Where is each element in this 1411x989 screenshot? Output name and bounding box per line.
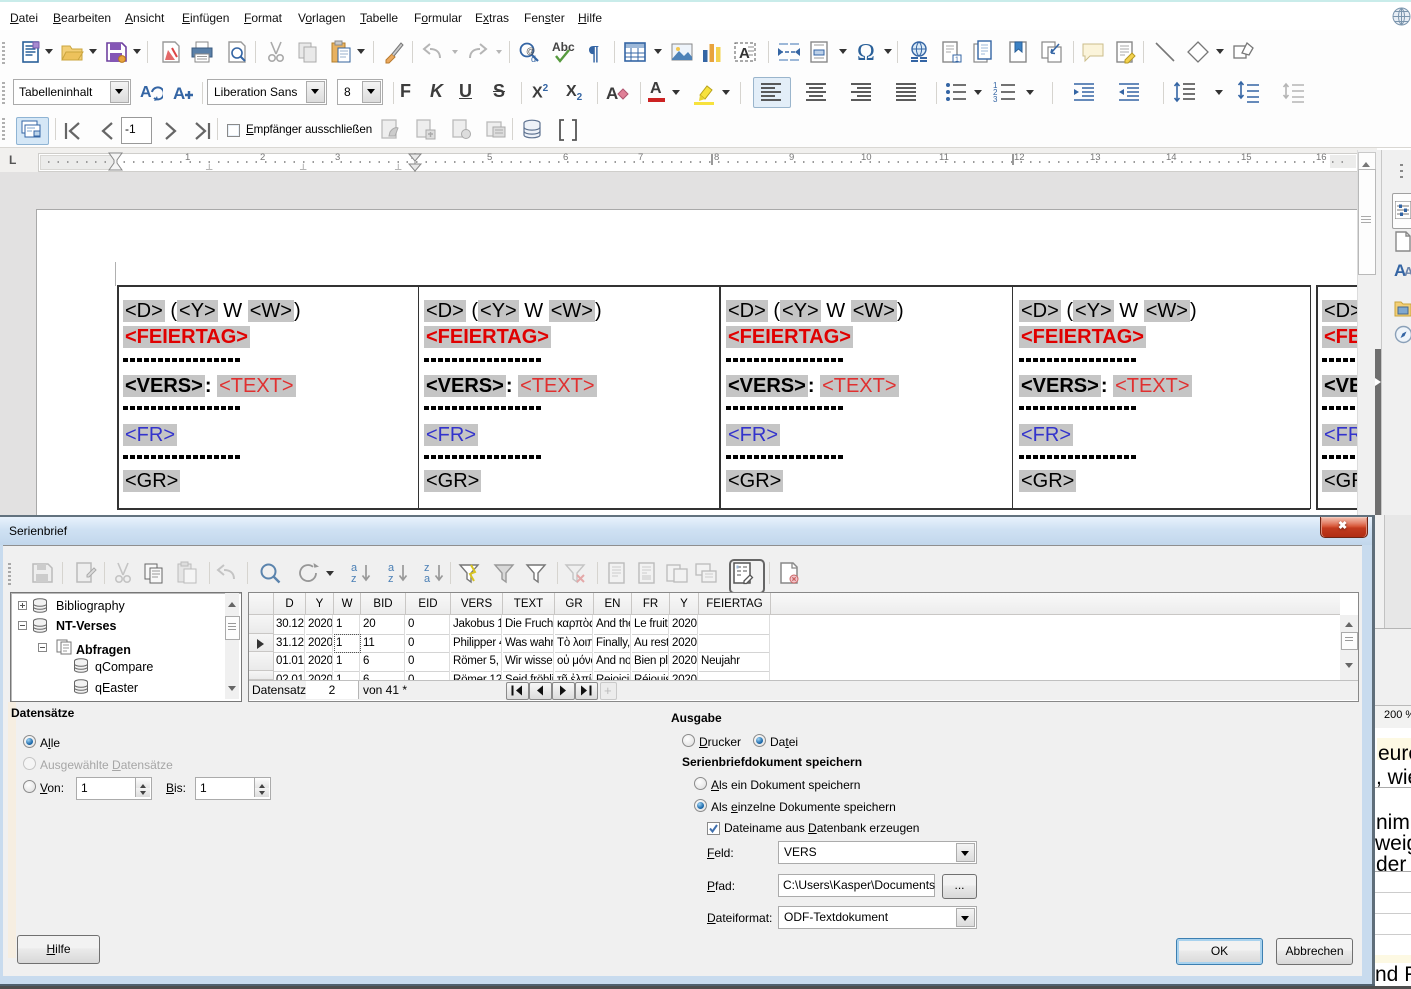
svg-text:z: z: [351, 573, 357, 585]
svg-text:z: z: [388, 573, 394, 585]
svg-text:A: A: [140, 84, 152, 101]
svg-text:¶: ¶: [588, 41, 599, 64]
svg-text:d: d: [531, 54, 536, 64]
svg-text:A: A: [1404, 264, 1411, 279]
svg-text:1: 1: [955, 57, 959, 64]
svg-text:A: A: [606, 84, 618, 103]
svg-text:3: 3: [993, 95, 998, 104]
svg-text:Ω: Ω: [857, 40, 875, 64]
svg-text:A: A: [739, 45, 750, 62]
svg-text:a: a: [424, 573, 431, 585]
svg-text:Abc: Abc: [552, 40, 575, 54]
svg-text:A: A: [173, 84, 185, 103]
